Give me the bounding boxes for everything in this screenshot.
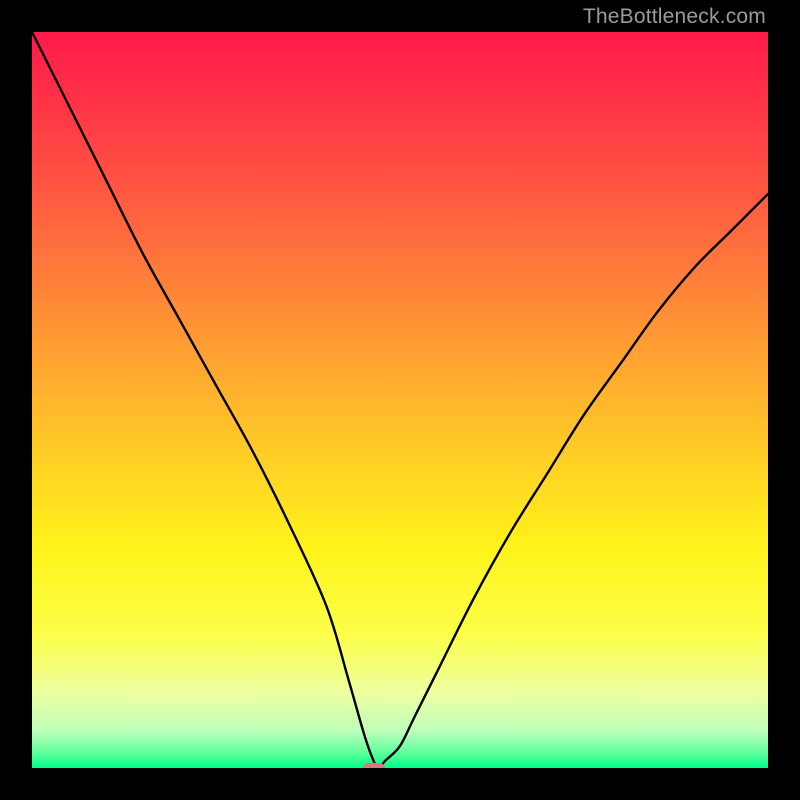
curve-svg: [32, 32, 768, 768]
watermark-text: TheBottleneck.com: [583, 6, 766, 27]
chart-frame: TheBottleneck.com: [0, 0, 800, 800]
optimal-marker: [363, 763, 385, 768]
plot-area: [32, 32, 768, 768]
bottleneck-curve: [32, 32, 768, 768]
